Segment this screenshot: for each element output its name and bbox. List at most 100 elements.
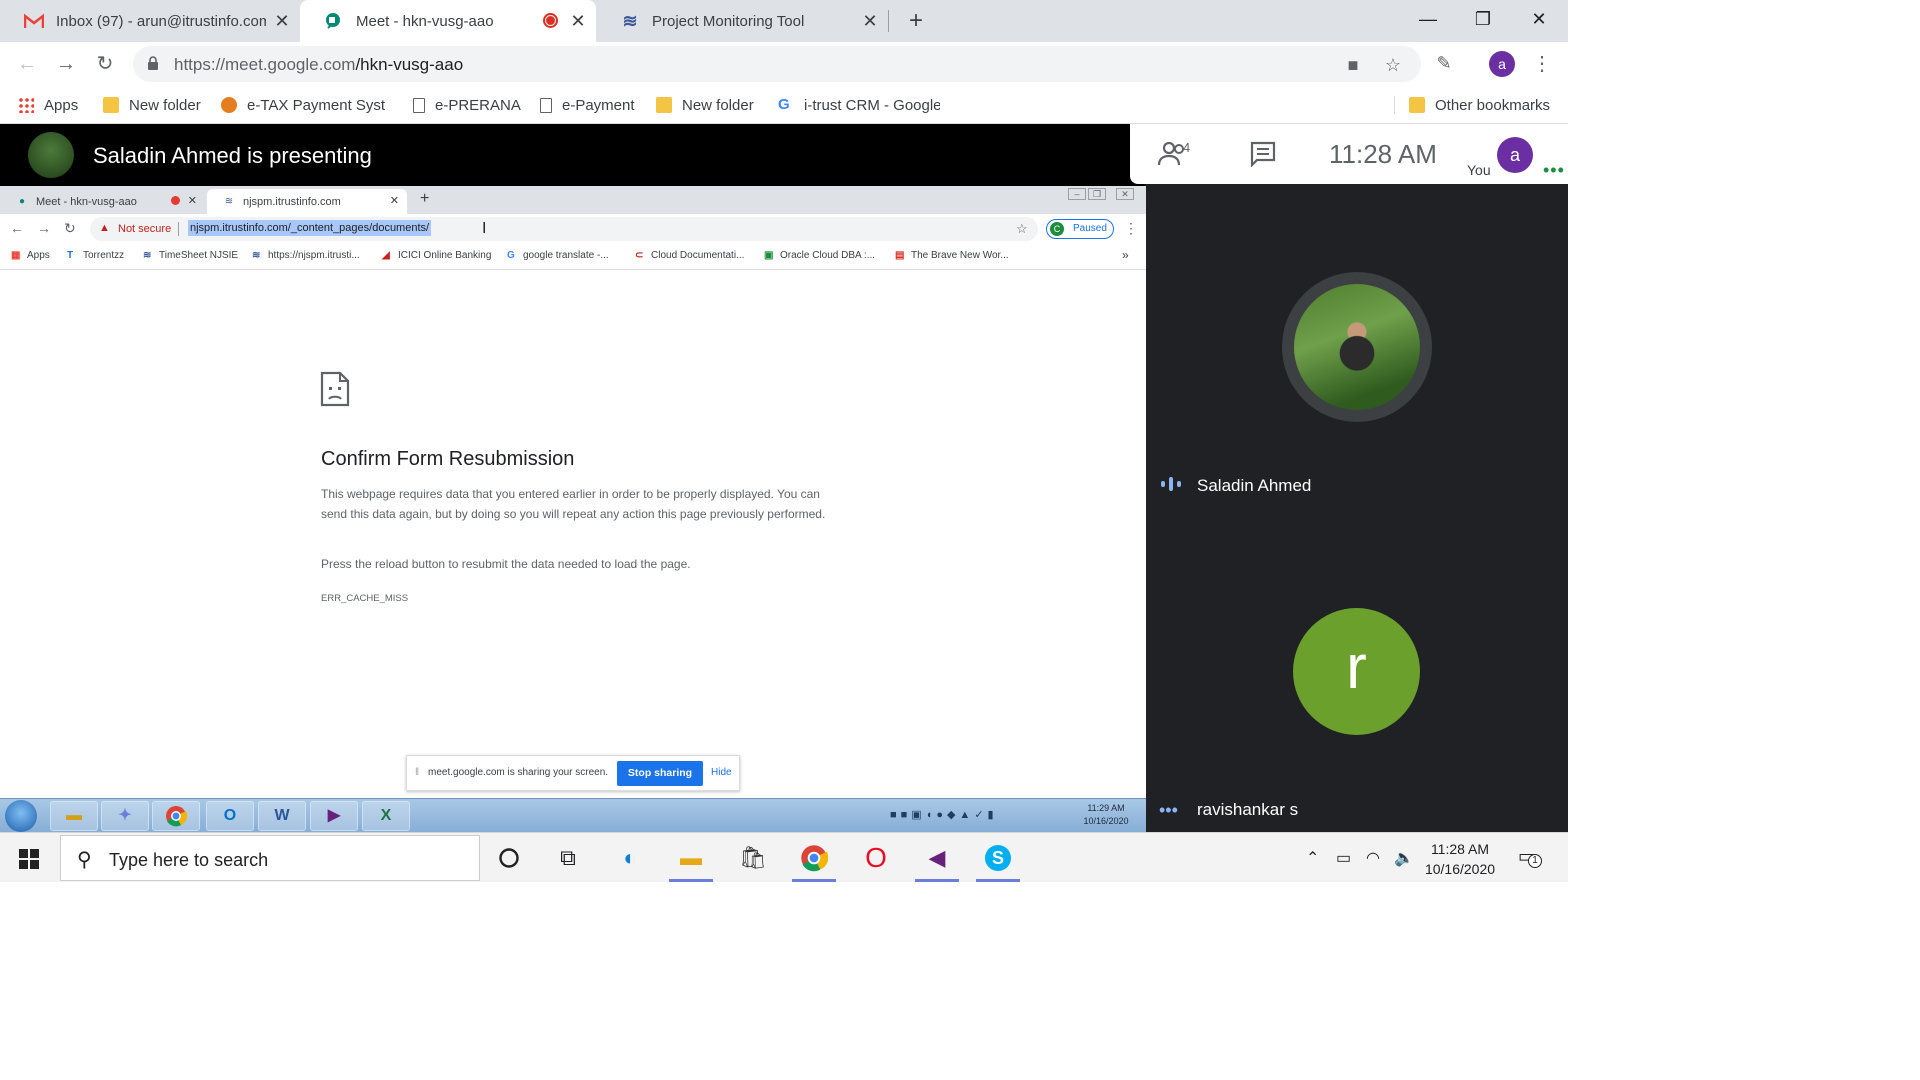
address-bar[interactable]: https://meet.google.com/hkn-vusg-aao ■ ☆ [133,46,1421,82]
window-close-button[interactable]: ✕ [1514,4,1564,34]
tab-gmail[interactable]: Inbox (97) - arun@itrustinfo.com ✕ [0,0,300,42]
eyedropper-icon[interactable]: ✎ [1433,52,1455,74]
more-options-icon[interactable]: ••• [1543,160,1565,181]
address-url: https://meet.google.com/hkn-vusg-aao [174,55,463,75]
tab-meet[interactable]: Meet - hkn-vusg-aao ✕ [300,0,596,42]
lock-icon [148,56,158,70]
other-bookmarks[interactable]: Other bookmarks [1409,94,1550,116]
edge-icon[interactable]: ◐ [614,842,646,874]
active-indicator [792,879,836,882]
battery-icon[interactable]: ▭ [1336,848,1351,868]
error-description: This webpage requires data that you ente… [321,487,826,521]
cortana-icon[interactable] [493,842,525,874]
reload-icon: ↻ [64,220,76,236]
search-placeholder: Type here to search [109,850,269,870]
bookmark-e-prerana[interactable]: e-PRERANA [413,94,521,116]
bookmark-label: e-TAX Payment Syste [247,96,385,114]
taskbar-clock[interactable]: 11:28 AM 10/16/2020 [1420,839,1500,879]
clock-time: 11:28 AM [1430,841,1490,857]
tab-separator [888,10,889,32]
reload-button[interactable]: ↻ [91,50,119,78]
bookmark-new-folder-2[interactable]: New folder [656,94,754,116]
store-icon[interactable]: 🛍 [737,842,769,874]
system-tray-icons: ■■▣◖●◆▲✓▮ [890,809,998,821]
shared-win7-taskbar: ▬ ✦ O W ▶ X ■■▣◖●◆▲✓▮ 11:29 AM 10/16/2020 [0,798,1146,832]
clock-date: 10/16/2020 [1424,861,1496,877]
menu-icon[interactable]: ⋮ [1532,50,1552,78]
close-icon: ✕ [187,195,197,207]
notification-icon[interactable]: ▭ 1 [1518,846,1542,868]
volume-icon[interactable]: 🔈 [1394,848,1414,868]
opera-icon[interactable]: O [860,842,892,874]
file-explorer-icon[interactable]: ▬ [675,842,707,874]
close-icon[interactable]: ✕ [860,11,880,31]
hide-button[interactable]: Hide [711,767,732,778]
task-view-icon[interactable]: ⧉ [552,842,584,874]
close-icon[interactable]: ✕ [568,11,588,31]
bookmark-label: Apps [27,250,50,261]
visual-studio-icon[interactable]: ◀ [921,842,953,874]
chrome-icon[interactable] [798,842,830,874]
tab-title: Inbox (97) - arun@itrustinfo.com [56,12,266,30]
minimize-button[interactable]: — [1403,4,1453,34]
participant-count: 4 [1183,140,1191,155]
chevron-up-icon[interactable]: ⌃ [1306,848,1319,868]
windows-start-icon[interactable] [19,849,39,869]
bookmark-new-folder[interactable]: New folder [103,94,201,116]
clock-date: 10/16/2020 [1083,816,1129,826]
back-button[interactable]: ← [13,50,41,78]
bookmark-item: ≋ TimeSheet NJSIE [143,250,238,261]
drag-handle-icon[interactable]: ‖ [415,767,419,778]
bookmark-label: e-Payment [562,96,635,114]
self-avatar[interactable]: a [1497,137,1533,173]
tab-project-monitoring[interactable]: ≋ Project Monitoring Tool ✕ [596,0,888,42]
bookmark-apps[interactable]: Apps [18,94,78,116]
bookmark-item: ⊂ Cloud Documentati... [635,250,744,261]
wifi-icon[interactable]: ◠ [1366,848,1380,868]
windows-start-icon [5,800,37,832]
project-tool-icon: ≋ [224,195,234,207]
new-tab-icon: + [420,190,430,207]
bookmark-label: New folder [129,96,201,114]
error-code: ERR_CACHE_MISS [321,593,409,604]
participant-photo [1282,272,1432,422]
shared-address-bar: ▲ Not secure njspm.itrustinfo.com/_conte… [90,217,1038,241]
bookmark-label: i-trust CRM - Google [804,96,940,114]
restore-button[interactable]: ❐ [1458,4,1508,34]
profile-avatar[interactable]: a [1489,51,1515,77]
clock-time: 11:29 AM [1087,803,1125,813]
bookmark-item: T Torrentzz [67,250,124,261]
shared-tabstrip: ● Meet - hkn-vusg-aao ✕ ≋ njspm.itrustin… [0,186,1146,214]
meet-icon [324,11,344,31]
active-indicator [976,879,1020,882]
skype-icon[interactable]: S [982,842,1014,874]
torrent-icon: T [67,250,74,261]
close-icon: ✕ [1116,188,1134,200]
meet-presentation-bar: Saladin Ahmed is presenting [0,124,1146,186]
text-cursor-icon: I [482,220,487,237]
star-icon[interactable]: ☆ [1382,54,1404,76]
explorer-icon: ▬ [50,801,98,831]
bookmark-e-payment[interactable]: e-Payment [540,94,635,116]
bookmark-label: TimeSheet NJSIE [159,250,239,261]
forward-icon: → [37,220,51,236]
new-tab-button[interactable]: + [903,8,929,34]
stop-sharing-button[interactable]: Stop sharing [617,761,703,786]
meet-icon: ● [18,195,26,207]
divider [178,222,179,236]
shared-url: njspm.itrustinfo.com/_content_pages/docu… [188,220,432,236]
bookmark-itrust-crm[interactable]: Gi-trust CRM - Google [778,94,940,116]
close-icon[interactable]: ✕ [272,11,292,31]
bookmark-etax[interactable]: e-TAX Payment Syste [221,94,385,116]
project-tool-icon: ≋ [252,250,261,261]
chat-icon[interactable] [1250,141,1276,173]
camera-icon[interactable]: ■ [1342,54,1364,76]
oracle-icon: ⊂ [635,250,644,261]
chrome-icon [152,801,200,831]
forward-button[interactable]: → [52,50,80,78]
folder-icon [103,97,119,113]
apps-icon [18,97,34,113]
taskbar-search-input[interactable]: ⚲ Type here to search [60,835,480,881]
browser-toolbar: ← → ↻ https://meet.google.com/hkn-vusg-a… [0,42,1568,86]
word-icon: W [258,801,306,831]
